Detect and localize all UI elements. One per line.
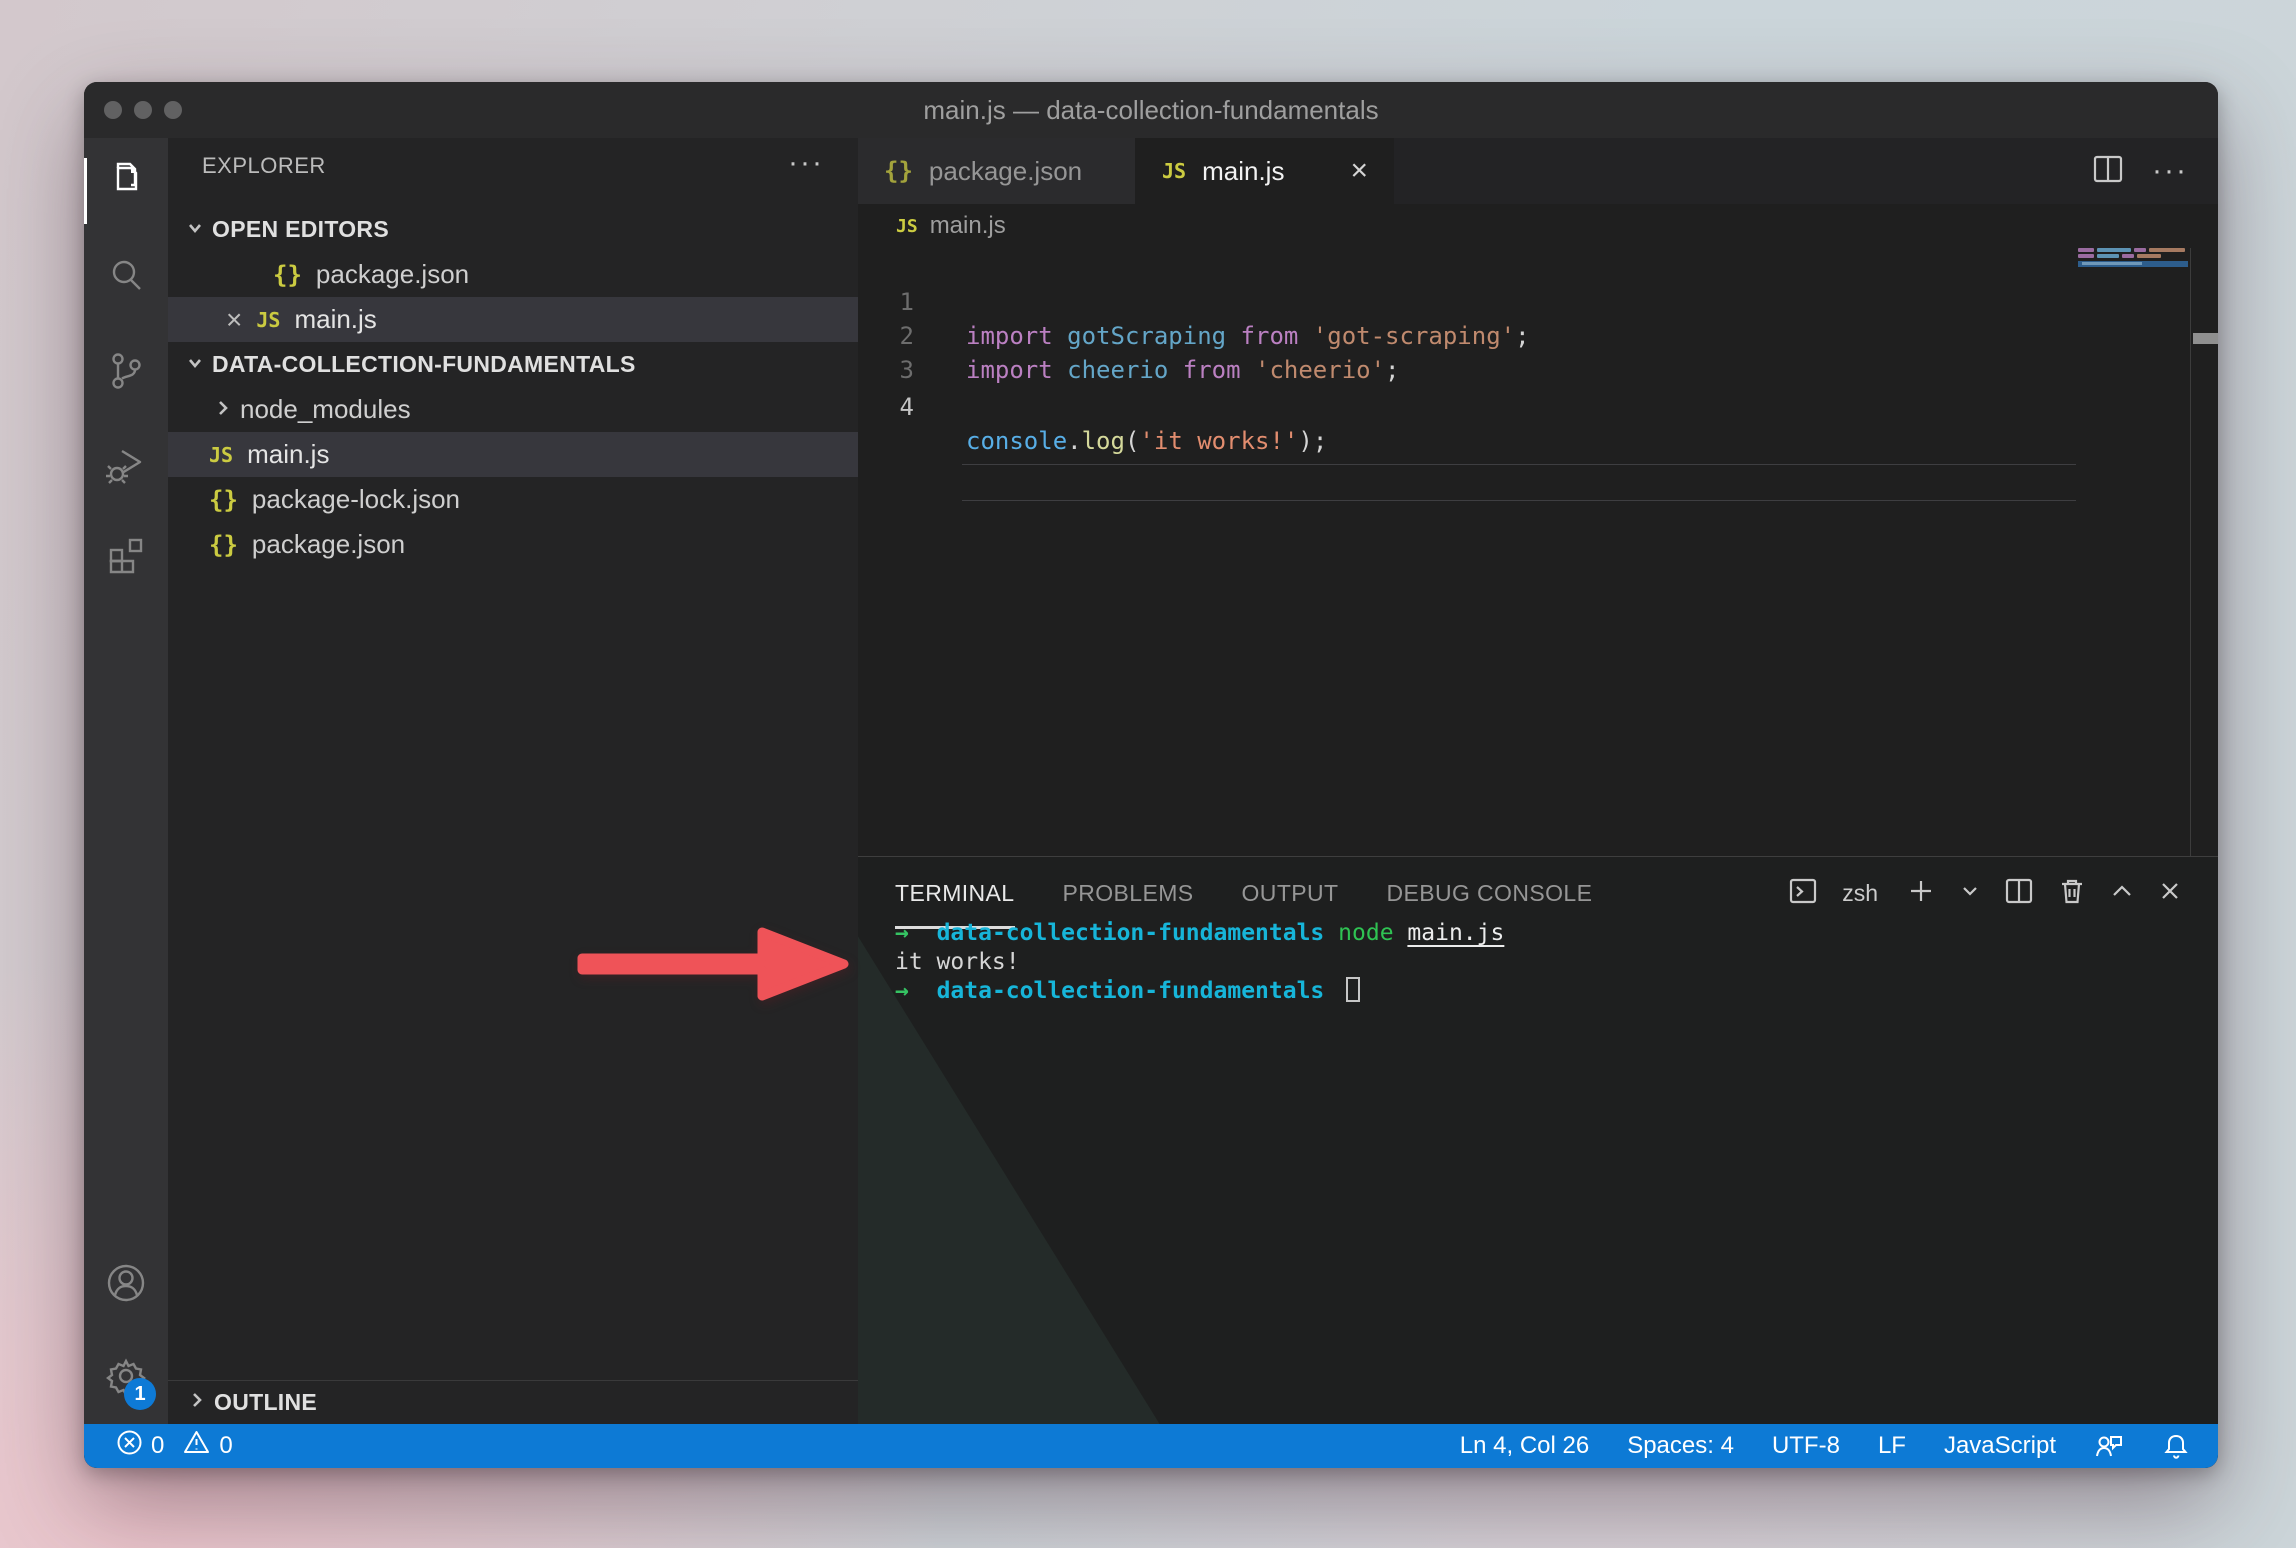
editor-group: {} package.json JS main.js × ··· xyxy=(858,138,2218,1424)
json-icon: {} xyxy=(273,261,302,289)
js-icon: JS xyxy=(1162,159,1186,183)
activity-account[interactable] xyxy=(84,1249,168,1321)
split-editor-icon[interactable] xyxy=(2092,154,2124,189)
panel: TERMINAL PROBLEMS OUTPUT DEBUG CONSOLE z… xyxy=(858,856,2218,1424)
activity-bar: 1 xyxy=(84,138,168,1424)
js-icon: JS xyxy=(209,443,233,467)
tab-main-js[interactable]: JS main.js × xyxy=(1136,138,1394,204)
editor-scrollbar[interactable] xyxy=(2190,248,2218,856)
js-icon: JS xyxy=(896,216,918,237)
code-line-3: 3 xyxy=(858,319,2072,353)
maximize-panel-icon[interactable] xyxy=(2110,881,2134,906)
explorer-more-icon[interactable]: ··· xyxy=(788,138,824,188)
terminal-line-output: it works! xyxy=(895,948,1020,977)
tree-item-main-js[interactable]: JS main.js xyxy=(168,432,858,477)
minimap-current-line xyxy=(2078,261,2188,267)
terminal-line-prompt: → data-collection-fundamentals xyxy=(895,977,1360,1006)
open-editors-section[interactable]: OPEN EDITORS xyxy=(168,207,858,252)
editor-tab-bar: {} package.json JS main.js × ··· xyxy=(858,138,2218,204)
account-icon xyxy=(103,1260,149,1311)
new-terminal-icon[interactable] xyxy=(1906,876,1936,911)
breadcrumb[interactable]: JS main.js xyxy=(858,204,2218,248)
search-icon xyxy=(104,254,148,303)
explorer-header: EXPLORER ··· xyxy=(168,138,858,194)
settings-badge: 1 xyxy=(124,1378,156,1410)
activity-settings[interactable]: 1 xyxy=(84,1342,168,1414)
error-icon xyxy=(116,1429,143,1463)
desktop-background: main.js — data-collection-fundamentals xyxy=(0,0,2296,1548)
json-icon: {} xyxy=(209,531,238,559)
json-icon: {} xyxy=(884,157,913,185)
explorer-sidebar: EXPLORER ··· OPEN EDITORS {} package.jso… xyxy=(168,138,858,1424)
shell-label[interactable]: zsh xyxy=(1842,880,1878,907)
extensions-icon xyxy=(104,531,148,580)
json-icon: {} xyxy=(209,486,238,514)
breadcrumb-file: main.js xyxy=(930,212,1006,240)
chevron-down-icon xyxy=(182,214,208,245)
tree-item-node-modules[interactable]: node_modules xyxy=(168,387,858,432)
explorer-title: EXPLORER xyxy=(202,138,326,194)
activity-source-control[interactable] xyxy=(84,337,168,409)
code-line-1: 1 import gotScraping from 'got-scraping'… xyxy=(858,251,2072,285)
chevron-down-icon xyxy=(182,349,208,380)
status-bar: 0 0 Ln 4, Col 26 Spaces: 4 UTF-8 LF Java… xyxy=(84,1424,2218,1468)
minimap[interactable] xyxy=(2078,248,2188,278)
active-indicator xyxy=(84,158,87,224)
window-title: main.js — data-collection-fundamentals xyxy=(84,82,2218,138)
vscode-window: main.js — data-collection-fundamentals xyxy=(84,82,2218,1468)
eol-sequence[interactable]: LF xyxy=(1878,1432,1906,1460)
errors-warnings[interactable]: 0 0 xyxy=(116,1429,233,1463)
folder-section[interactable]: DATA-COLLECTION-FUNDAMENTALS xyxy=(168,342,858,387)
annotation-arrow xyxy=(556,912,876,1016)
cursor-position[interactable]: Ln 4, Col 26 xyxy=(1460,1432,1589,1460)
chevron-right-icon xyxy=(184,1390,210,1415)
terminal-output[interactable]: → data-collection-fundamentals node main… xyxy=(895,919,2198,1424)
activity-extensions[interactable] xyxy=(84,519,168,591)
close-tab-icon[interactable]: × xyxy=(1350,154,1368,188)
code-line-4: 4 console.log('it works!'); xyxy=(858,356,2072,390)
terminal-dropdown-icon[interactable] xyxy=(1960,881,1980,906)
warning-icon xyxy=(182,1429,211,1463)
terminal-line-command: → data-collection-fundamentals node main… xyxy=(895,919,1504,948)
files-icon xyxy=(104,158,148,207)
code-line-2: 2 import cheerio from 'cheerio'; xyxy=(858,285,2072,319)
run-debug-icon xyxy=(104,443,148,492)
language-mode[interactable]: JavaScript xyxy=(1944,1432,2056,1460)
feedback-icon[interactable] xyxy=(2094,1432,2124,1460)
tree-item-package-json[interactable]: {} package.json xyxy=(168,522,858,567)
indentation[interactable]: Spaces: 4 xyxy=(1627,1432,1734,1460)
source-control-icon xyxy=(104,349,148,398)
activity-search[interactable] xyxy=(84,242,168,314)
code-editor[interactable]: 1 import gotScraping from 'got-scraping'… xyxy=(858,248,2072,856)
js-icon: JS xyxy=(256,308,280,332)
tree-item-package-lock-json[interactable]: {} package-lock.json xyxy=(168,477,858,522)
activity-explorer[interactable] xyxy=(84,146,168,218)
activity-run-debug[interactable] xyxy=(84,431,168,503)
editor-more-actions-icon[interactable]: ··· xyxy=(2152,154,2188,188)
outline-section[interactable]: OUTLINE xyxy=(168,1380,858,1424)
tab-package-json[interactable]: {} package.json xyxy=(858,138,1136,204)
kill-terminal-icon[interactable] xyxy=(2058,876,2086,911)
open-editor-main-js[interactable]: × JS main.js xyxy=(168,297,858,342)
open-editor-package-json[interactable]: {} package.json xyxy=(168,252,858,297)
terminal-shell-icon xyxy=(1788,876,1818,911)
close-icon[interactable]: × xyxy=(226,304,242,336)
scrollbar-slider[interactable] xyxy=(2193,333,2218,344)
chevron-right-icon xyxy=(210,394,236,425)
encoding[interactable]: UTF-8 xyxy=(1772,1432,1840,1460)
split-terminal-icon[interactable] xyxy=(2004,876,2034,911)
title-bar: main.js — data-collection-fundamentals xyxy=(84,82,2218,138)
notifications-bell-icon[interactable] xyxy=(2162,1432,2190,1460)
current-line-highlight xyxy=(962,464,2076,501)
close-panel-icon[interactable] xyxy=(2158,879,2182,908)
